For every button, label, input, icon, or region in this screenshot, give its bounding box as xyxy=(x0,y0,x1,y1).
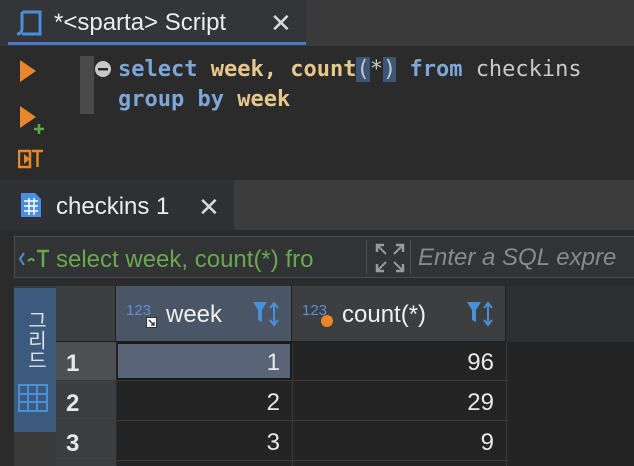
sql-filter-input[interactable]: Enter a SQL expre xyxy=(418,244,616,272)
computed-column-icon xyxy=(321,315,333,327)
close-icon[interactable]: ✕ xyxy=(270,10,292,36)
code-line-1[interactable]: select week, count(*) from checkins xyxy=(118,57,582,82)
grid-view-icon xyxy=(18,384,48,412)
column-week: week xyxy=(237,87,291,112)
column-name: count(*) xyxy=(342,301,427,328)
column-header-count[interactable]: 123 count(*) xyxy=(292,286,506,342)
results-tab[interactable]: checkins 1 ✕ xyxy=(0,180,234,230)
column-name: week xyxy=(166,301,223,328)
table-grid-icon xyxy=(21,193,41,217)
run-new-tab-icon[interactable] xyxy=(20,106,46,136)
table-cell-count[interactable]: 29 xyxy=(292,389,506,417)
keyword-by: by xyxy=(197,87,224,112)
filter-divider xyxy=(410,240,411,274)
sidebar-lower xyxy=(14,450,56,466)
results-tab-title: checkins 1 xyxy=(56,193,170,220)
current-line-marker xyxy=(80,56,94,114)
function-count: count xyxy=(290,57,357,82)
grid-line xyxy=(506,342,507,466)
row-number-selected[interactable] xyxy=(56,342,116,380)
table-cell-count[interactable]: 96 xyxy=(292,349,506,377)
star: * xyxy=(369,57,383,82)
filter-icon[interactable] xyxy=(252,300,282,328)
explain-plan-icon[interactable] xyxy=(18,148,44,170)
column-week: week, xyxy=(210,57,277,82)
table-cell-week[interactable]: 3 xyxy=(116,429,292,457)
active-tab-indicator xyxy=(8,42,306,45)
grid-view-label: 그리드 xyxy=(24,310,46,370)
close-icon[interactable]: ✕ xyxy=(198,194,220,220)
grid-line xyxy=(56,380,506,381)
expand-icon[interactable] xyxy=(374,242,406,274)
table-name: checkins xyxy=(475,57,582,82)
sort-icon xyxy=(269,301,279,327)
filter-icon[interactable] xyxy=(466,300,496,328)
paren-close: ) xyxy=(382,57,397,82)
sort-icon xyxy=(483,301,493,327)
row-number[interactable]: 2 xyxy=(66,390,79,418)
key-icon xyxy=(146,317,157,328)
keyword-select: select xyxy=(118,57,198,82)
grid-line xyxy=(56,460,506,461)
filter-query-preview[interactable]: select week, count(*) fro xyxy=(56,246,358,274)
row-number[interactable]: 3 xyxy=(66,430,79,458)
row-header-corner[interactable] xyxy=(56,286,116,342)
table-cell-count[interactable]: 9 xyxy=(292,429,506,457)
grid-line xyxy=(292,342,293,466)
filter-divider xyxy=(366,240,367,274)
editor-tab-title: *<sparta> Script xyxy=(54,9,227,36)
run-statement-icon[interactable] xyxy=(20,60,36,82)
table-cell-week[interactable]: 2 xyxy=(116,389,292,417)
row-number[interactable]: 1 xyxy=(66,350,79,378)
header-empty-space xyxy=(506,286,634,342)
keyword-from: from xyxy=(409,57,463,82)
editor-tab[interactable]: *<sparta> Script ✕ xyxy=(0,0,306,46)
column-header-week[interactable]: 123 week xyxy=(116,286,292,342)
filter-query-icon[interactable] xyxy=(18,247,54,271)
keyword-group: group xyxy=(118,87,185,112)
paren-open: ( xyxy=(356,57,370,82)
script-icon xyxy=(16,10,42,36)
grid-line xyxy=(116,342,117,466)
code-line-2[interactable]: group by week xyxy=(118,87,290,112)
table-cell-week[interactable]: 1 xyxy=(116,349,292,377)
collapse-icon[interactable] xyxy=(94,60,112,78)
grid-line xyxy=(56,420,506,421)
